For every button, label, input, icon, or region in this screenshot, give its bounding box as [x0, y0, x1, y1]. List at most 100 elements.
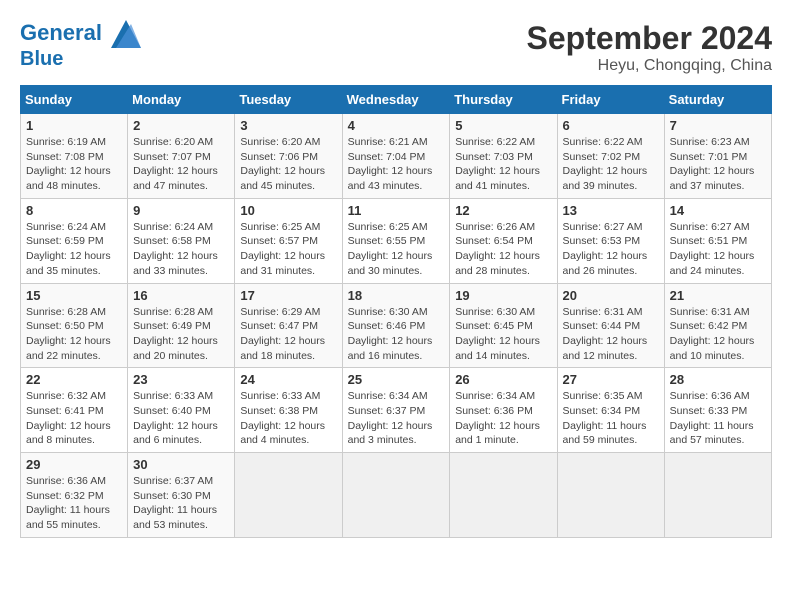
table-cell: 28 Sunrise: 6:36 AMSunset: 6:33 PMDayligh… — [664, 368, 771, 453]
day-number: 18 — [348, 288, 445, 303]
day-number: 10 — [240, 203, 336, 218]
table-cell: 8Sunrise: 6:24 AMSunset: 6:59 PMDaylight… — [21, 198, 128, 283]
logo: General Blue — [20, 20, 141, 70]
table-cell: 13 Sunrise: 6:27 AMSunset: 6:53 PMDayligh… — [557, 198, 664, 283]
day-info: Sunrise: 6:25 AMSunset: 6:55 PMDaylight:… — [348, 220, 445, 279]
day-info: Sunrise: 6:31 AMSunset: 6:44 PMDaylight:… — [563, 305, 659, 364]
day-number: 13 — [563, 203, 659, 218]
day-number: 24 — [240, 372, 336, 387]
day-info: Sunrise: 6:31 AMSunset: 6:42 PMDaylight:… — [670, 305, 766, 364]
day-number: 19 — [455, 288, 551, 303]
day-number: 28 — [670, 372, 766, 387]
col-saturday: Saturday — [664, 86, 771, 114]
day-number: 5 — [455, 118, 551, 133]
month-title: September 2024 — [527, 20, 772, 57]
day-info: Sunrise: 6:21 AMSunset: 7:04 PMDaylight:… — [348, 135, 445, 194]
day-number: 3 — [240, 118, 336, 133]
calendar-header-row: Sunday Monday Tuesday Wednesday Thursday… — [21, 86, 772, 114]
day-number: 14 — [670, 203, 766, 218]
day-info: Sunrise: 6:23 AMSunset: 7:01 PMDaylight:… — [670, 135, 766, 194]
table-cell: 22 Sunrise: 6:32 AMSunset: 6:41 PMDayligh… — [21, 368, 128, 453]
day-number: 22 — [26, 372, 122, 387]
day-number: 29 — [26, 457, 122, 472]
table-cell: 19 Sunrise: 6:30 AMSunset: 6:45 PMDayligh… — [450, 283, 557, 368]
col-friday: Friday — [557, 86, 664, 114]
calendar-row: 1 Sunrise: 6:19 AMSunset: 7:08 PMDaylight… — [21, 114, 772, 199]
day-number: 30 — [133, 457, 229, 472]
day-info: Sunrise: 6:22 AMSunset: 7:03 PMDaylight:… — [455, 135, 551, 194]
table-cell: 9 Sunrise: 6:24 AMSunset: 6:58 PMDaylight… — [128, 198, 235, 283]
table-cell: 15 Sunrise: 6:28 AMSunset: 6:50 PMDayligh… — [21, 283, 128, 368]
day-number: 23 — [133, 372, 229, 387]
day-number: 8 — [26, 203, 122, 218]
table-cell: 27 Sunrise: 6:35 AMSunset: 6:34 PMDayligh… — [557, 368, 664, 453]
calendar-table: Sunday Monday Tuesday Wednesday Thursday… — [20, 85, 772, 538]
table-cell: 21 Sunrise: 6:31 AMSunset: 6:42 PMDayligh… — [664, 283, 771, 368]
table-cell — [664, 453, 771, 538]
table-cell: 3 Sunrise: 6:20 AMSunset: 7:06 PMDaylight… — [235, 114, 342, 199]
logo-text: General — [20, 20, 141, 48]
table-cell — [235, 453, 342, 538]
day-number: 7 — [670, 118, 766, 133]
day-info: Sunrise: 6:25 AMSunset: 6:57 PMDaylight:… — [240, 220, 336, 279]
day-number: 26 — [455, 372, 551, 387]
day-info: Sunrise: 6:35 AMSunset: 6:34 PMDaylight:… — [563, 389, 659, 448]
day-info: Sunrise: 6:19 AMSunset: 7:08 PMDaylight:… — [26, 135, 122, 194]
table-cell — [450, 453, 557, 538]
day-number: 1 — [26, 118, 122, 133]
table-cell: 23 Sunrise: 6:33 AMSunset: 6:40 PMDayligh… — [128, 368, 235, 453]
day-number: 11 — [348, 203, 445, 218]
table-cell: 14 Sunrise: 6:27 AMSunset: 6:51 PMDayligh… — [664, 198, 771, 283]
day-info: Sunrise: 6:33 AMSunset: 6:40 PMDaylight:… — [133, 389, 229, 448]
day-info: Sunrise: 6:30 AMSunset: 6:46 PMDaylight:… — [348, 305, 445, 364]
day-info: Sunrise: 6:24 AMSunset: 6:58 PMDaylight:… — [133, 220, 229, 279]
table-cell: 6Sunrise: 6:22 AMSunset: 7:02 PMDaylight… — [557, 114, 664, 199]
calendar-row: 22 Sunrise: 6:32 AMSunset: 6:41 PMDayligh… — [21, 368, 772, 453]
day-info: Sunrise: 6:34 AMSunset: 6:37 PMDaylight:… — [348, 389, 445, 448]
day-number: 2 — [133, 118, 229, 133]
day-info: Sunrise: 6:27 AMSunset: 6:51 PMDaylight:… — [670, 220, 766, 279]
day-info: Sunrise: 6:20 AMSunset: 7:06 PMDaylight:… — [240, 135, 336, 194]
table-cell: 2 Sunrise: 6:20 AMSunset: 7:07 PMDaylight… — [128, 114, 235, 199]
table-cell: 26 Sunrise: 6:34 AMSunset: 6:36 PMDayligh… — [450, 368, 557, 453]
day-info: Sunrise: 6:33 AMSunset: 6:38 PMDaylight:… — [240, 389, 336, 448]
day-info: Sunrise: 6:36 AMSunset: 6:32 PMDaylight:… — [26, 474, 122, 533]
table-cell — [557, 453, 664, 538]
day-number: 27 — [563, 372, 659, 387]
day-info: Sunrise: 6:28 AMSunset: 6:50 PMDaylight:… — [26, 305, 122, 364]
table-cell: 24 Sunrise: 6:33 AMSunset: 6:38 PMDayligh… — [235, 368, 342, 453]
table-cell: 25 Sunrise: 6:34 AMSunset: 6:37 PMDayligh… — [342, 368, 450, 453]
day-number: 25 — [348, 372, 445, 387]
table-cell: 16 Sunrise: 6:28 AMSunset: 6:49 PMDayligh… — [128, 283, 235, 368]
day-info: Sunrise: 6:36 AMSunset: 6:33 PMDaylight:… — [670, 389, 766, 448]
table-cell: 20Sunrise: 6:31 AMSunset: 6:44 PMDayligh… — [557, 283, 664, 368]
day-info: Sunrise: 6:26 AMSunset: 6:54 PMDaylight:… — [455, 220, 551, 279]
table-cell: 7 Sunrise: 6:23 AMSunset: 7:01 PMDaylight… — [664, 114, 771, 199]
day-number: 21 — [670, 288, 766, 303]
day-number: 9 — [133, 203, 229, 218]
col-monday: Monday — [128, 86, 235, 114]
table-cell: 1 Sunrise: 6:19 AMSunset: 7:08 PMDaylight… — [21, 114, 128, 199]
day-info: Sunrise: 6:22 AMSunset: 7:02 PMDaylight:… — [563, 135, 659, 194]
table-cell: 5 Sunrise: 6:22 AMSunset: 7:03 PMDaylight… — [450, 114, 557, 199]
day-info: Sunrise: 6:34 AMSunset: 6:36 PMDaylight:… — [455, 389, 551, 448]
page-header: General Blue September 2024 Heyu, Chongq… — [20, 20, 772, 75]
location: Heyu, Chongqing, China — [527, 57, 772, 75]
day-info: Sunrise: 6:28 AMSunset: 6:49 PMDaylight:… — [133, 305, 229, 364]
col-sunday: Sunday — [21, 86, 128, 114]
table-cell: 4 Sunrise: 6:21 AMSunset: 7:04 PMDaylight… — [342, 114, 450, 199]
table-cell: 11 Sunrise: 6:25 AMSunset: 6:55 PMDayligh… — [342, 198, 450, 283]
calendar-row: 29 Sunrise: 6:36 AMSunset: 6:32 PMDayligh… — [21, 453, 772, 538]
title-block: September 2024 Heyu, Chongqing, China — [527, 20, 772, 75]
day-info: Sunrise: 6:20 AMSunset: 7:07 PMDaylight:… — [133, 135, 229, 194]
day-number: 15 — [26, 288, 122, 303]
table-cell — [342, 453, 450, 538]
day-info: Sunrise: 6:27 AMSunset: 6:53 PMDaylight:… — [563, 220, 659, 279]
table-cell: 18 Sunrise: 6:30 AMSunset: 6:46 PMDayligh… — [342, 283, 450, 368]
day-number: 16 — [133, 288, 229, 303]
day-info: Sunrise: 6:37 AMSunset: 6:30 PMDaylight:… — [133, 474, 229, 533]
day-number: 17 — [240, 288, 336, 303]
day-info: Sunrise: 6:32 AMSunset: 6:41 PMDaylight:… — [26, 389, 122, 448]
day-number: 4 — [348, 118, 445, 133]
day-info: Sunrise: 6:30 AMSunset: 6:45 PMDaylight:… — [455, 305, 551, 364]
